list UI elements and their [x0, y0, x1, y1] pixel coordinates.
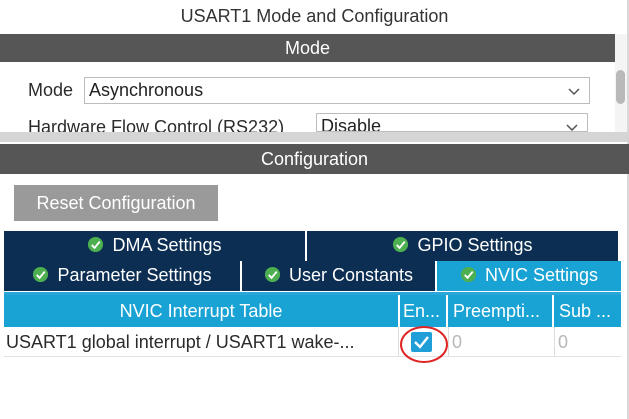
pane-splitter[interactable] — [0, 132, 629, 142]
interrupt-name-cell[interactable]: USART1 global interrupt / USART1 wake-..… — [4, 327, 398, 357]
check-circle-icon — [393, 236, 409, 253]
check-circle-icon — [88, 236, 104, 253]
hardware-flow-control-select[interactable]: Disable — [316, 113, 588, 132]
preemption-priority-cell[interactable]: 0 — [448, 327, 554, 357]
mode-label: Mode — [28, 80, 74, 100]
tab-dma-settings[interactable]: DMA Settings — [4, 231, 305, 261]
hardware-flow-control-label: Hardware Flow Control (RS232) — [28, 117, 285, 132]
tab-nvic-settings[interactable]: NVIC Settings — [437, 261, 621, 291]
tab-label: DMA Settings — [112, 235, 222, 255]
chevron-down-icon — [568, 88, 580, 96]
tab-parameter-settings[interactable]: Parameter Settings — [4, 261, 240, 291]
sub-priority-cell[interactable]: 0 — [554, 327, 621, 357]
tab-label: Parameter Settings — [57, 265, 212, 285]
column-header-interrupt-table[interactable]: NVIC Interrupt Table — [4, 295, 398, 327]
mode-section-header: Mode — [0, 34, 615, 62]
column-header-preemption[interactable]: Preempti... — [448, 295, 552, 327]
tab-label: NVIC Settings — [484, 265, 599, 285]
tab-label: GPIO Settings — [417, 235, 533, 255]
window-title: USART1 Mode and Configuration — [180, 6, 449, 26]
check-circle-icon — [264, 266, 281, 283]
hardware-flow-control-value: Disable — [321, 116, 382, 132]
mode-select-value: Asynchronous — [89, 80, 204, 100]
check-circle-icon — [33, 266, 49, 283]
highlight-circle — [400, 326, 448, 363]
column-header-sub-priority[interactable]: Sub ... — [554, 295, 621, 327]
tab-gpio-settings[interactable]: GPIO Settings — [307, 231, 618, 261]
mode-scrollbar-thumb[interactable] — [616, 70, 625, 104]
configuration-section-header: Configuration — [0, 144, 629, 174]
reset-configuration-button[interactable]: Reset Configuration — [14, 185, 218, 221]
mode-select[interactable]: Asynchronous — [84, 77, 590, 104]
chevron-down-icon — [566, 124, 578, 131]
tab-label: User Constants — [288, 265, 414, 285]
tab-user-constants[interactable]: User Constants — [242, 261, 435, 291]
check-circle-icon — [460, 266, 477, 283]
column-header-enabled[interactable]: En... — [400, 295, 446, 327]
